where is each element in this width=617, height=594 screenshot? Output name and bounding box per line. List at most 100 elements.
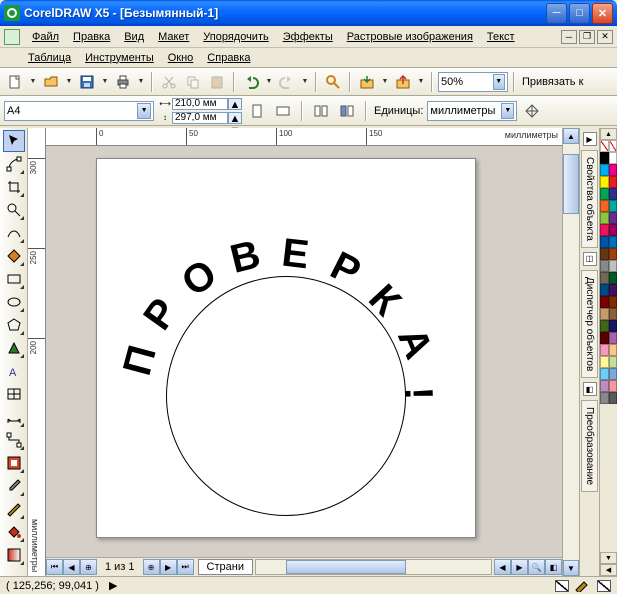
save-button[interactable] (76, 71, 98, 93)
docker-transformations[interactable]: Преобразование (581, 400, 598, 492)
palette-swatch[interactable] (609, 368, 617, 380)
export-button[interactable] (392, 71, 414, 93)
palette-swatch[interactable] (600, 308, 609, 320)
fill-indicator[interactable] (555, 580, 569, 592)
open-dropdown[interactable]: ▼ (64, 71, 74, 93)
page-width-input[interactable] (172, 98, 228, 110)
palette-swatch[interactable] (609, 332, 617, 344)
dimension-tool[interactable] (3, 406, 25, 428)
text-on-path[interactable]: ПРОВЕРКА! (126, 196, 506, 526)
palette-swatch[interactable] (609, 284, 617, 296)
nav-prev[interactable]: ◀ (63, 559, 80, 575)
nav-next[interactable]: ▶ (160, 559, 177, 575)
palette-swatch[interactable] (609, 176, 617, 188)
palette-swatch[interactable] (609, 344, 617, 356)
text-tool[interactable]: A (3, 360, 25, 382)
palette-swatch[interactable] (609, 380, 617, 392)
new-button[interactable] (4, 71, 26, 93)
polygon-tool[interactable] (3, 314, 25, 336)
menu-table[interactable]: Таблица (22, 50, 77, 66)
palette-swatch[interactable] (600, 344, 609, 356)
shape-tool[interactable] (3, 153, 25, 175)
close-button[interactable]: ✕ (592, 3, 613, 24)
menu-help[interactable]: Справка (201, 50, 256, 66)
basic-shapes-tool[interactable] (3, 337, 25, 359)
palette-swatch[interactable] (600, 260, 609, 272)
palette-swatch[interactable] (600, 212, 609, 224)
units-combo[interactable]: ▼ (427, 101, 517, 121)
undo-button[interactable] (240, 71, 262, 93)
ellipse-tool[interactable] (3, 291, 25, 313)
palette-swatch[interactable] (600, 296, 609, 308)
palette-swatch[interactable] (609, 392, 617, 404)
landscape-button[interactable] (272, 100, 294, 122)
new-dropdown[interactable]: ▼ (28, 71, 38, 93)
zoom-combo[interactable]: ▼ (438, 72, 508, 92)
palette-up[interactable]: ▲ (600, 128, 617, 140)
outline-indicator[interactable] (597, 580, 611, 592)
menu-text[interactable]: Текст (481, 29, 521, 45)
menu-edit[interactable]: Правка (67, 29, 116, 45)
zoom-input[interactable] (441, 76, 493, 88)
import-button[interactable] (356, 71, 378, 93)
h-scrollbar[interactable] (255, 559, 492, 575)
palette-swatch[interactable] (600, 176, 609, 188)
zoom-tool-btn[interactable]: 🔍 (528, 559, 545, 575)
undo-dropdown[interactable]: ▼ (264, 71, 274, 93)
palette-swatch[interactable] (600, 320, 609, 332)
menu-view[interactable]: Вид (118, 29, 150, 45)
palette-swatch[interactable] (600, 200, 609, 212)
height-spinner[interactable]: ▲▼ (228, 112, 242, 124)
palette-swatch[interactable] (609, 296, 617, 308)
page-tab[interactable]: Страни (198, 559, 253, 575)
palette-swatch[interactable] (600, 248, 609, 260)
copy-button[interactable] (182, 71, 204, 93)
redo-button[interactable] (276, 71, 298, 93)
palette-swatch[interactable] (609, 200, 617, 212)
nav-first[interactable]: ⏮ (46, 559, 63, 575)
docker-object-manager[interactable]: Диспетчер объектов (581, 270, 598, 378)
palette-down[interactable]: ▼ (600, 552, 617, 564)
freehand-tool[interactable] (3, 222, 25, 244)
zoom-dropdown-arrow[interactable]: ▼ (493, 74, 505, 90)
palette-swatch[interactable] (600, 284, 609, 296)
paper-size-input[interactable] (7, 105, 137, 117)
interactive-fill-tool[interactable] (3, 544, 25, 566)
palette-swatch[interactable] (609, 320, 617, 332)
paste-button[interactable] (206, 71, 228, 93)
width-spinner[interactable]: ▲▼ (228, 98, 242, 110)
canvas-area[interactable]: ПРОВЕРКА! (46, 146, 562, 557)
palette-nofill[interactable] (609, 140, 617, 152)
export-dropdown[interactable]: ▼ (416, 71, 426, 93)
palette-swatch[interactable] (600, 152, 609, 164)
portrait-button[interactable] (246, 100, 268, 122)
palette-swatch[interactable] (609, 152, 617, 164)
docker-icon-2[interactable]: ◧ (583, 382, 597, 396)
nav-add-before[interactable]: ⊕ (80, 559, 97, 575)
palette-swatch[interactable] (600, 224, 609, 236)
palette-swatch[interactable] (609, 356, 617, 368)
palette-swatch[interactable] (600, 356, 609, 368)
fill-tool[interactable] (3, 521, 25, 543)
v-scroll-down[interactable]: ▼ (563, 560, 579, 576)
menu-bitmaps[interactable]: Растровые изображения (341, 29, 479, 45)
palette-swatch[interactable] (609, 248, 617, 260)
cut-button[interactable] (158, 71, 180, 93)
search-button[interactable] (322, 71, 344, 93)
nudge-button[interactable] (521, 100, 543, 122)
palette-swatch[interactable] (609, 188, 617, 200)
docker-expand[interactable]: ▶ (583, 132, 597, 146)
nav-last[interactable]: ⏭ (177, 559, 194, 575)
all-pages-button[interactable] (310, 100, 332, 122)
connector-tool[interactable] (3, 429, 25, 451)
crop-tool[interactable] (3, 176, 25, 198)
docker-object-properties[interactable]: Свойства объекта (581, 150, 598, 248)
palette-swatch[interactable] (609, 260, 617, 272)
units-input[interactable] (430, 105, 501, 117)
paper-size-combo[interactable]: ▼ (4, 101, 154, 121)
h-scroll-left[interactable]: ◀ (494, 559, 511, 575)
outline-tool[interactable] (3, 498, 25, 520)
pick-tool[interactable] (3, 130, 25, 152)
maximize-button[interactable]: □ (569, 3, 590, 24)
palette-swatch[interactable] (600, 380, 609, 392)
